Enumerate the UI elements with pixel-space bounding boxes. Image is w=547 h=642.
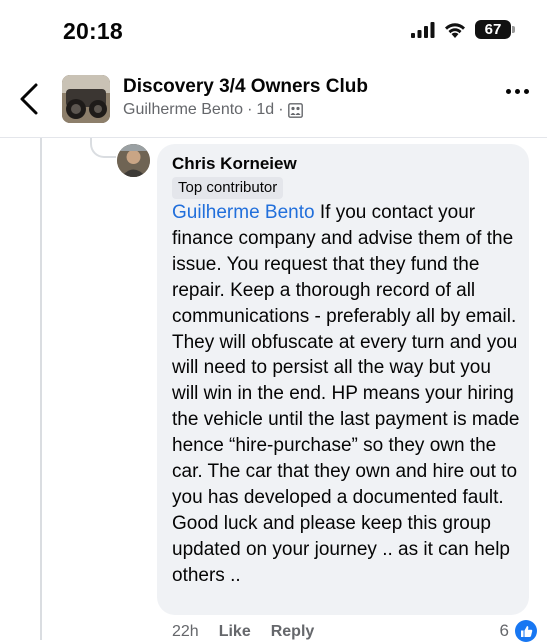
commenter-photo [117,144,150,177]
like-reaction-icon [515,620,537,642]
comment-actions: 22h Like Reply [172,623,314,641]
comment-time: 22h [172,623,199,640]
reaction-summary[interactable]: 6 [500,620,537,642]
reply-connector [90,138,116,158]
status-indicators: 67 [411,20,515,39]
group-photo [62,75,110,123]
header-divider [0,137,547,138]
reaction-count: 6 [499,621,509,640]
like-button[interactable]: Like [219,623,251,641]
more-options-button[interactable] [506,89,529,94]
battery-level: 67 [484,21,502,38]
reply-button[interactable]: Reply [271,623,315,641]
group-title[interactable]: Discovery 3/4 Owners Club [123,76,368,98]
comment-body: If you contact your finance company and … [172,202,520,586]
comment-author[interactable]: Chris Korneiew [172,154,297,174]
meta-separator: · [278,101,284,118]
thread-line [40,138,42,640]
group-privacy-icon [287,102,303,118]
status-time: 20:18 [63,18,123,44]
cellular-signal-icon [411,21,435,38]
post-author[interactable]: Guilherme Bento [123,101,243,119]
comment-text: Guilherme Bento If you contact your fina… [172,200,522,589]
more-dot-icon [506,89,511,94]
top-contributor-badge: Top contributor [172,177,284,199]
back-button[interactable] [18,82,40,121]
more-dot-icon [515,89,520,94]
meta-separator: · [247,101,253,118]
wifi-icon [445,22,465,38]
post-age: 1d [256,101,275,118]
battery-icon: 67 [475,20,515,39]
chevron-left-icon [20,83,38,115]
post-meta: Guilherme Bento · 1d · [123,101,303,119]
more-dot-icon [524,89,529,94]
mention-link[interactable]: Guilherme Bento [172,202,315,223]
group-avatar[interactable] [62,75,110,123]
commenter-avatar[interactable] [117,144,150,177]
